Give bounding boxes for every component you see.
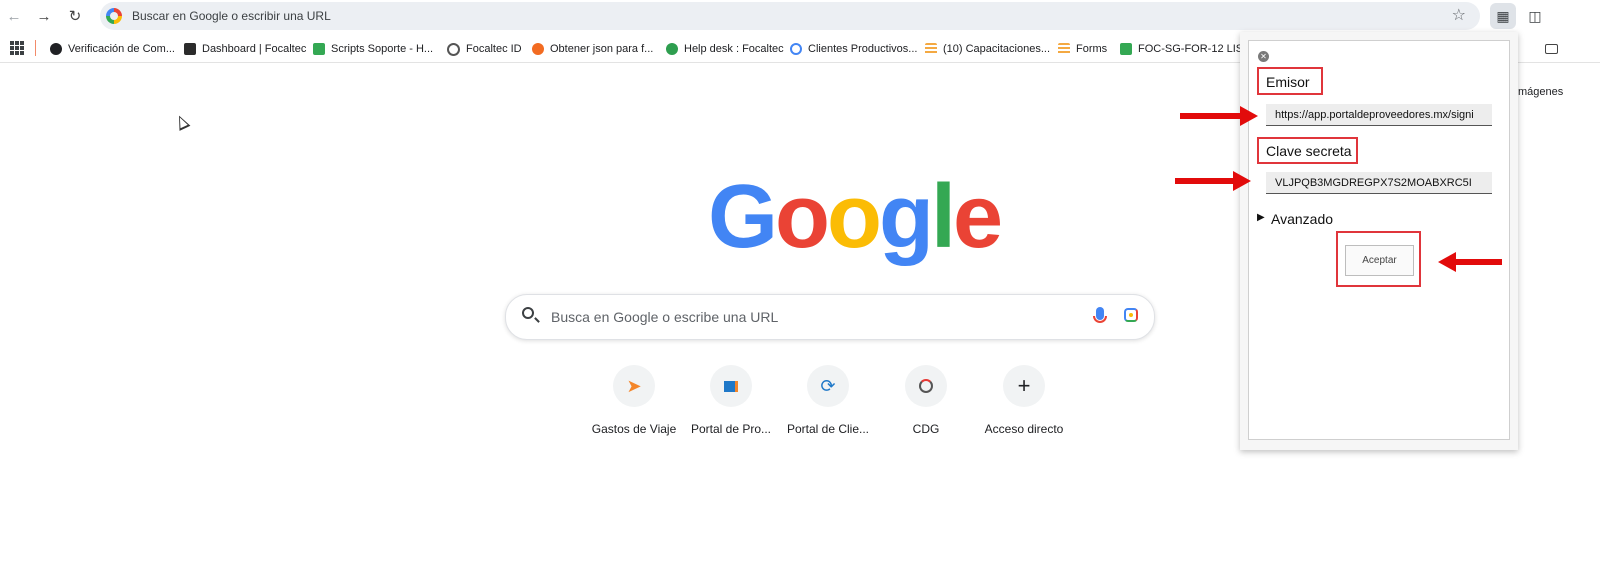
logo-letter: G: [708, 167, 778, 267]
reload-icon[interactable]: ↻: [63, 4, 87, 28]
logo-letter: l: [930, 167, 956, 267]
close-icon[interactable]: ✕: [1258, 51, 1269, 62]
forward-icon[interactable]: →: [32, 4, 56, 28]
address-bar-text: Buscar en Google o escribir una URL: [132, 9, 331, 23]
shortcut-tile[interactable]: ⟳ Portal de Clie...: [780, 365, 876, 436]
sheets-icon: [313, 43, 325, 55]
emisor-field[interactable]: [1266, 104, 1492, 126]
helpdesk-icon: [666, 43, 678, 55]
bookmark-item[interactable]: Focaltec ID: [447, 41, 522, 57]
forms-icon: [925, 43, 937, 55]
search-input[interactable]: Busca en Google o escribe una URL: [551, 309, 778, 325]
bookmark-label: Forms: [1076, 43, 1108, 55]
bookmark-item[interactable]: Scripts Soporte - H...: [313, 41, 433, 57]
shortcut-label: Portal de Pro...: [690, 422, 772, 436]
other-bookmarks-folder[interactable]: [1545, 41, 1564, 57]
bookmark-label: Dashboard | Focaltec: [202, 43, 307, 55]
clave-secreta-label: Clave secreta: [1266, 143, 1352, 159]
d-logo-icon: [184, 43, 196, 55]
extensions-puzzle-icon[interactable]: ◫: [1522, 3, 1548, 29]
shortcut-label: CDG: [912, 422, 940, 436]
forms-icon: [1058, 43, 1070, 55]
annotation-arrow-icon: [1180, 106, 1258, 126]
add-shortcut-tile[interactable]: + Acceso directo: [976, 365, 1072, 436]
bookmark-label: Obtener json para f...: [550, 43, 654, 55]
shortcut-label: Gastos de Viaje: [591, 422, 677, 436]
google-logo: Google: [708, 172, 1003, 262]
location-icon: [790, 43, 802, 55]
microphone-icon[interactable]: [1093, 307, 1107, 323]
annotation-arrow-icon: [1175, 171, 1251, 191]
mouse-cursor-icon: [173, 113, 191, 131]
emisor-label: Emisor: [1266, 74, 1310, 90]
bookmark-item[interactable]: Help desk : Focaltec: [666, 41, 784, 57]
qr-extension-icon[interactable]: ▦: [1490, 3, 1516, 29]
shortcut-tile[interactable]: CDG: [878, 365, 974, 436]
bookmark-label: Verificación de Com...: [68, 43, 175, 55]
search-icon: [522, 307, 534, 319]
bookmark-item[interactable]: FOC-SG-FOR-12 LIS...: [1120, 41, 1252, 57]
back-icon[interactable]: ←: [2, 4, 26, 28]
cube-icon: [710, 365, 752, 407]
logo-letter: g: [878, 167, 934, 267]
address-bar[interactable]: Buscar en Google o escribir una URL ☆: [100, 2, 1480, 30]
gauge-icon: [905, 365, 947, 407]
folder-icon: [1545, 44, 1558, 54]
bookmark-label: FOC-SG-FOR-12 LIS...: [1138, 43, 1253, 55]
globe-icon: [50, 43, 62, 55]
sheets-icon: [1120, 43, 1132, 55]
refresh-icon: ⟳: [807, 365, 849, 407]
accept-button[interactable]: Aceptar: [1345, 245, 1414, 276]
clave-secreta-field[interactable]: [1266, 172, 1492, 194]
divider: [35, 40, 36, 56]
logo-letter: o: [775, 167, 830, 267]
shortcut-tile[interactable]: ➤ Gastos de Viaje: [586, 365, 682, 436]
bookmark-item[interactable]: Dashboard | Focaltec: [184, 41, 306, 57]
search-box[interactable]: Busca en Google o escribe una URL: [505, 294, 1155, 340]
apps-grid-icon[interactable]: [10, 41, 24, 55]
bookmark-label: (10) Capacitaciones...: [943, 43, 1050, 55]
browser-toolbar: ← → ↻ Buscar en Google o escribir una UR…: [0, 0, 1600, 32]
bookmark-item[interactable]: Forms: [1058, 41, 1107, 57]
bookmark-star-icon[interactable]: ☆: [1452, 5, 1466, 25]
annotation-arrow-icon: [1438, 252, 1502, 272]
bookmark-item[interactable]: Clientes Productivos...: [790, 41, 917, 57]
shortcut-label: Acceso directo: [984, 422, 1064, 436]
shortcut-tile[interactable]: Portal de Pro...: [683, 365, 779, 436]
shortcut-label: Portal de Clie...: [786, 422, 870, 436]
bookmark-label: Focaltec ID: [466, 43, 522, 55]
focaltec-id-icon: [447, 42, 460, 56]
orange-logo-icon: [532, 43, 544, 55]
bookmark-label: Help desk : Focaltec: [684, 43, 784, 55]
google-icon: [106, 8, 122, 24]
images-link[interactable]: mágenes: [1518, 86, 1563, 98]
bookmark-item[interactable]: (10) Capacitaciones...: [925, 41, 1050, 57]
advanced-toggle[interactable]: Avanzado: [1271, 211, 1333, 227]
bookmark-label: Clientes Productivos...: [808, 43, 918, 55]
plus-icon: +: [1003, 365, 1045, 407]
logo-letter: o: [827, 167, 882, 267]
expand-triangle-icon[interactable]: ▶: [1257, 212, 1265, 223]
google-lens-icon[interactable]: [1124, 308, 1138, 322]
paper-plane-icon: ➤: [613, 365, 655, 407]
bookmark-item[interactable]: Obtener json para f...: [532, 41, 653, 57]
bookmark-label: Scripts Soporte - H...: [331, 43, 434, 55]
bookmark-item[interactable]: Verificación de Com...: [50, 41, 175, 57]
logo-letter: e: [952, 167, 1003, 267]
